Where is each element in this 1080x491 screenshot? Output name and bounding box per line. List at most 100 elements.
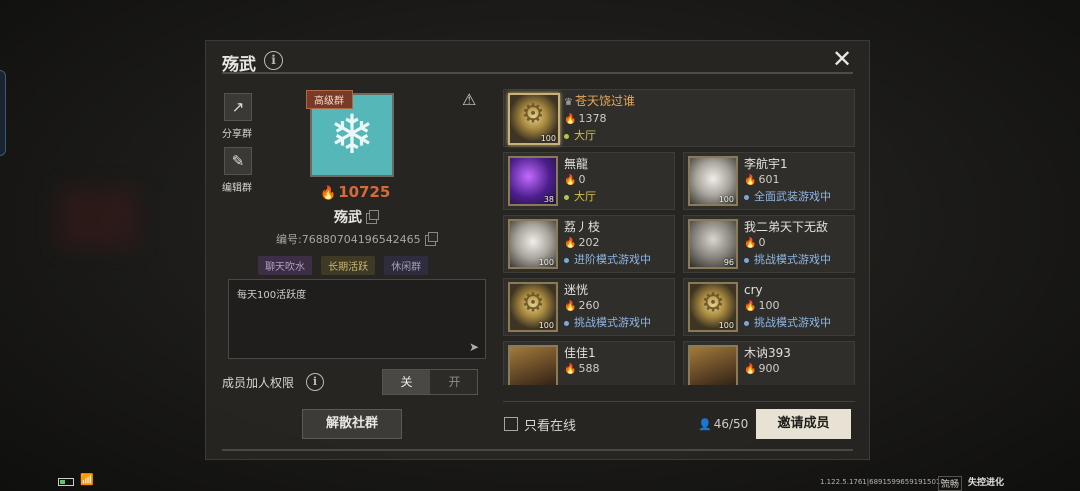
- member-card[interactable]: 木讷393 🔥 900: [683, 341, 855, 385]
- member-status: 大厅: [574, 190, 596, 203]
- edge-handle[interactable]: [0, 70, 6, 156]
- member-card[interactable]: 100 ♛苍天饶过谁 🔥1378 大厅: [503, 89, 855, 147]
- member-score-row: 🔥 0: [744, 235, 831, 252]
- member-score: 900: [758, 362, 780, 375]
- member-status: 挑战模式游戏中: [754, 316, 831, 329]
- background-decoration: [58, 188, 138, 248]
- member-level: 38: [543, 195, 554, 204]
- member-card[interactable]: 96 我二弟天下无敌 🔥 0 挑战模式游戏中: [683, 215, 855, 273]
- member-level: 100: [540, 134, 556, 143]
- member-card[interactable]: 100 荔丿枝 🔥 202 进阶模式游戏中: [503, 215, 675, 273]
- group-heat-value: 10725: [338, 183, 391, 201]
- group-name: 殇武: [334, 207, 379, 227]
- avatar: [688, 345, 738, 385]
- member-score-row: 🔥 1378: [564, 111, 635, 128]
- close-button[interactable]: ✕: [831, 47, 853, 71]
- member-name: 我二弟天下无敌: [744, 220, 829, 234]
- member-info: 迷恍 🔥 260 挑战模式游戏中: [564, 282, 651, 331]
- edit-icon: ✎: [224, 147, 252, 175]
- member-info: 我二弟天下无敌 🔥 0 挑战模式游戏中: [744, 219, 831, 268]
- battery-icon: [58, 478, 74, 486]
- title-divider: [222, 72, 853, 74]
- fire-icon: 🔥: [564, 175, 577, 186]
- toggle-on-option[interactable]: 开: [431, 370, 478, 394]
- fire-icon: 🔥: [564, 114, 577, 125]
- share-group-button[interactable]: ↗ 分享群: [222, 93, 254, 140]
- member-score-row: 🔥 0: [564, 172, 596, 189]
- fire-icon: 🔥: [564, 301, 577, 312]
- group-dialog: 殇武 i ✕ ↗ 分享群 ✎ 编辑群 ❄ 高级群 ⚠ 🔥 10725 殇武 编号:…: [205, 40, 870, 460]
- member-name: 迷恍: [564, 283, 589, 297]
- avatar: 100: [688, 282, 738, 332]
- member-count: 👤 46/50: [698, 417, 748, 431]
- avatar: 100: [508, 219, 558, 269]
- member-name: 李航宇1: [744, 157, 788, 171]
- member-status: 全面武装游戏中: [754, 190, 831, 203]
- crown-icon: ♛: [564, 97, 573, 108]
- fire-icon: 🔥: [564, 238, 577, 249]
- fire-icon: 🔥: [564, 364, 577, 375]
- member-score-row: 🔥 202: [564, 235, 651, 252]
- network-status: 流畅: [938, 476, 963, 491]
- avatar: [508, 345, 558, 385]
- copy-id-icon[interactable]: [424, 231, 438, 246]
- dissolve-group-button[interactable]: 解散社群: [302, 409, 402, 439]
- member-status-row: 挑战模式游戏中: [564, 315, 651, 331]
- member-score: 100: [758, 299, 780, 312]
- permission-info-icon[interactable]: i: [306, 373, 324, 391]
- member-score-row: 🔥 260: [564, 298, 651, 315]
- join-permission-toggle[interactable]: 关 开: [382, 369, 478, 395]
- share-group-label: 分享群: [222, 129, 252, 140]
- fire-icon: 🔥: [744, 175, 757, 186]
- fire-icon: 🔥: [744, 238, 757, 249]
- join-permission-label: 成员加人权限: [222, 376, 295, 390]
- member-info: cry 🔥 100 挑战模式游戏中: [744, 282, 831, 331]
- avatar: 100: [508, 93, 560, 145]
- member-list[interactable]: 100 ♛苍天饶过谁 🔥1378 大厅 38 無龍 🔥0 大厅 100 李航宇1…: [503, 89, 855, 385]
- group-id-text: 编号:76880704196542465: [276, 233, 421, 246]
- status-dot: [564, 194, 569, 200]
- member-info: 李航宇1 🔥 601 全面武装游戏中: [744, 156, 831, 205]
- avatar: 38: [508, 156, 558, 206]
- group-id: 编号:76880704196542465: [276, 231, 438, 247]
- online-only-checkbox[interactable]: [504, 417, 518, 431]
- member-count-value: 46/50: [713, 417, 749, 431]
- member-card[interactable]: 100 迷恍 🔥260 挑战模式游戏中: [503, 278, 675, 336]
- send-icon[interactable]: ➤: [469, 340, 479, 354]
- member-name: 木讷393: [744, 346, 791, 360]
- status-dot: [564, 133, 569, 139]
- avatar: 96: [688, 219, 738, 269]
- group-tags: 聊天吹水 长期活跃 休闲群: [258, 255, 432, 275]
- group-heat: 🔥 10725: [320, 183, 390, 201]
- member-status: 挑战模式游戏中: [574, 316, 651, 329]
- member-score-row: 🔥 588: [564, 361, 599, 378]
- member-level: 96: [723, 258, 734, 267]
- member-card[interactable]: 100 cry 🔥100 挑战模式游戏中: [683, 278, 855, 336]
- member-card[interactable]: 100 李航宇1 🔥 601 全面武装游戏中: [683, 152, 855, 210]
- member-status: 挑战模式游戏中: [754, 253, 831, 266]
- info-icon[interactable]: i: [264, 51, 283, 70]
- member-card[interactable]: 佳佳1 🔥 588: [503, 341, 675, 385]
- avatar: 100: [508, 282, 558, 332]
- member-score: 260: [578, 299, 600, 312]
- member-status-row: 挑战模式游戏中: [744, 252, 831, 268]
- member-level: 100: [718, 195, 734, 204]
- invite-members-button[interactable]: 邀请成员: [756, 409, 851, 439]
- status-dot: [744, 257, 749, 263]
- group-notice[interactable]: 每天100活跃度 ➤: [228, 279, 486, 359]
- online-only-label: 只看在线: [524, 419, 577, 434]
- member-score: 601: [758, 173, 780, 186]
- member-score-row: 🔥 100: [744, 298, 831, 315]
- copy-icon[interactable]: [366, 209, 379, 224]
- group-tag: 聊天吹水: [258, 256, 312, 275]
- member-score: 0: [758, 236, 766, 249]
- group-tag: 长期活跃: [321, 256, 376, 275]
- toggle-off-option[interactable]: 关: [383, 370, 430, 394]
- member-card[interactable]: 38 無龍 🔥 0 大厅: [503, 152, 675, 210]
- fire-icon: 🔥: [744, 301, 757, 312]
- member-info: 木讷393 🔥 900: [744, 345, 791, 378]
- member-score: 0: [578, 173, 586, 186]
- edit-group-button[interactable]: ✎ 编辑群: [222, 147, 254, 194]
- warning-icon[interactable]: ⚠: [462, 91, 481, 108]
- tier-badge: 高级群: [306, 90, 353, 109]
